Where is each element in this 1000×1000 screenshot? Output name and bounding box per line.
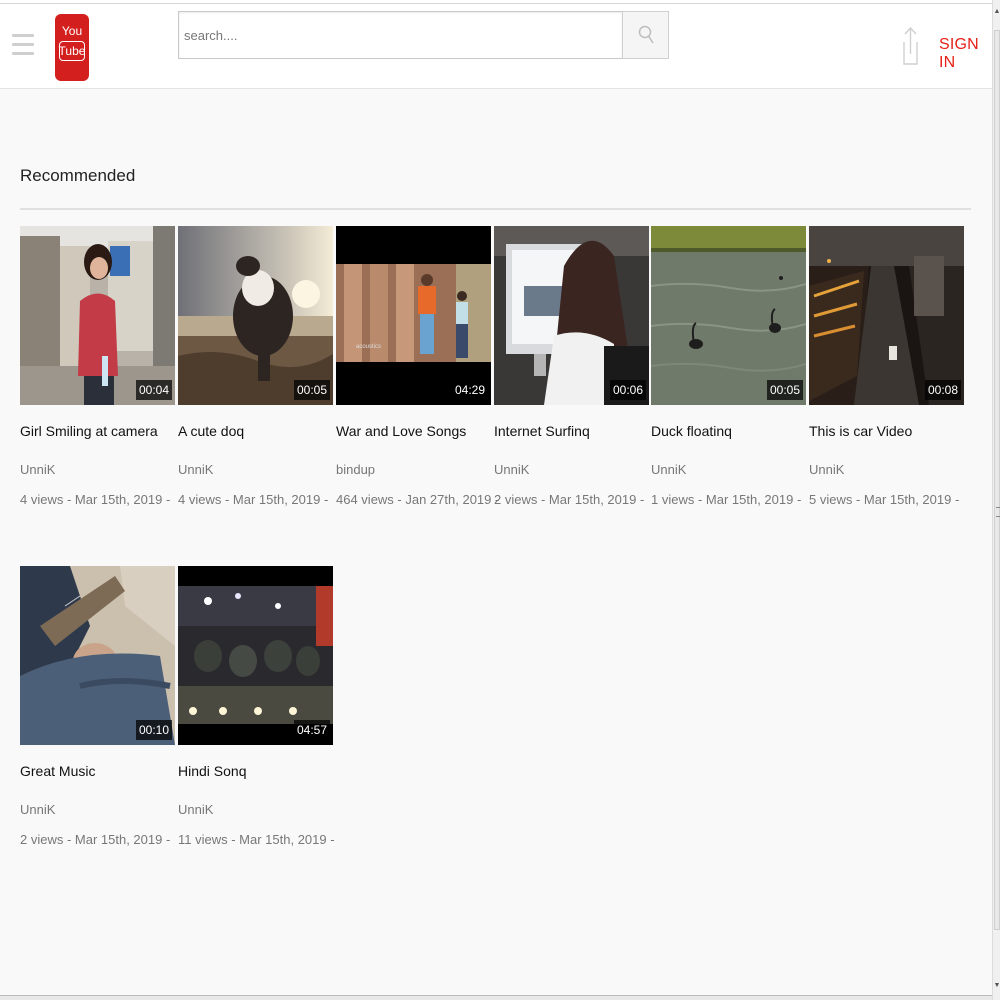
video-duration: 00:05	[293, 380, 330, 400]
video-meta: 4 views - Mar 15th, 2019 -	[178, 492, 329, 507]
video-meta: 464 views - Jan 27th, 2019 -	[336, 492, 500, 507]
video-thumbnail[interactable]: 00:05	[651, 226, 806, 405]
video-title[interactable]: A cute doq	[178, 423, 244, 439]
section-divider	[20, 208, 971, 210]
video-meta: 2 views - Mar 15th, 2019 -	[20, 832, 171, 847]
video-thumbnail[interactable]: 00:06	[494, 226, 649, 405]
video-channel[interactable]: bindup	[336, 462, 375, 477]
video-meta: 1 views - Mar 15th, 2019 -	[651, 492, 802, 507]
thumbnail-caption: acoustics	[356, 344, 382, 350]
upload-icon	[903, 26, 918, 65]
thumbnail-image-girl-street	[20, 226, 175, 405]
video-card[interactable]: 00:10 Great Music UnniK 2 views - Mar 15…	[20, 566, 175, 847]
video-duration: 00:10	[135, 720, 172, 740]
video-card[interactable]: 00:04 Girl Smiling at camera UnniK 4 vie…	[20, 226, 175, 507]
scroll-down-arrow-icon[interactable]: ▼	[993, 980, 1000, 992]
video-duration: 00:06	[609, 380, 646, 400]
video-card[interactable]: acoustics 04:29 War and Love Songs bindu…	[336, 226, 499, 507]
video-card[interactable]: 00:05 A cute doq UnniK 4 views - Mar 15t…	[178, 226, 333, 507]
thumbnail-image-dog-beach	[178, 226, 333, 405]
video-meta: 5 views - Mar 15th, 2019 -	[809, 492, 960, 507]
video-channel[interactable]: UnniK	[20, 462, 55, 477]
hamburger-menu-icon[interactable]	[12, 34, 34, 62]
video-duration: 00:04	[135, 380, 172, 400]
youtube-logo[interactable]: You Tube	[55, 14, 89, 81]
video-duration: 04:29	[451, 380, 488, 400]
video-title[interactable]: Great Music	[20, 763, 95, 779]
video-card[interactable]: 04:57 Hindi Sonq UnniK 11 views - Mar 15…	[178, 566, 335, 847]
logo-text-bottom: Tube	[58, 44, 86, 58]
video-title[interactable]: War and Love Songs	[336, 423, 466, 439]
section-title: Recommended	[20, 166, 136, 185]
video-thumbnail[interactable]: 00:10	[20, 566, 175, 745]
video-channel[interactable]: UnniK	[20, 802, 55, 817]
thumbnail-image-couple-pillars	[336, 226, 491, 405]
video-thumbnail[interactable]: 00:08	[809, 226, 964, 405]
thumbnail-image-city-street-night	[809, 226, 964, 405]
video-meta: 2 views - Mar 15th, 2019 -	[494, 492, 645, 507]
video-title[interactable]: This is car Video	[809, 423, 912, 439]
video-duration: 00:05	[766, 380, 803, 400]
video-title[interactable]: Girl Smiling at camera	[20, 423, 158, 439]
video-duration: 00:08	[924, 380, 961, 400]
video-meta: 11 views - Mar 15th, 2019 -	[178, 832, 335, 847]
video-title[interactable]: Duck floatinq	[651, 423, 732, 439]
window-bottom-edge	[0, 995, 992, 1000]
search-input[interactable]	[178, 11, 622, 59]
video-card[interactable]: 00:06 Internet Surfinq UnniK 2 views - M…	[494, 226, 649, 507]
top-header: You Tube SIGN IN	[0, 4, 992, 89]
scrollbar-grip-icon	[996, 507, 1000, 517]
video-duration: 04:57	[293, 720, 330, 740]
video-channel[interactable]: UnniK	[494, 462, 529, 477]
vertical-scrollbar[interactable]: ▲ ▼	[992, 0, 1000, 1000]
video-meta: 4 views - Mar 15th, 2019 -	[20, 492, 171, 507]
thumbnail-image-woman-computer	[494, 226, 649, 405]
video-thumbnail[interactable]: 00:05	[178, 226, 333, 405]
video-title[interactable]: Internet Surfinq	[494, 423, 590, 439]
video-card[interactable]: 00:08 This is car Video UnniK 5 views - …	[809, 226, 964, 507]
video-thumbnail[interactable]: 04:57	[178, 566, 333, 745]
scroll-up-arrow-icon[interactable]: ▲	[993, 6, 1000, 18]
thumbnail-image-stage-drummers	[178, 566, 333, 745]
logo-text-top: You	[61, 24, 83, 38]
video-thumbnail[interactable]: 00:04	[20, 226, 175, 405]
search-button[interactable]	[622, 11, 669, 59]
video-channel[interactable]: UnniK	[178, 802, 213, 817]
video-title[interactable]: Hindi Sonq	[178, 763, 247, 779]
search-bar	[178, 11, 669, 59]
video-channel[interactable]: UnniK	[809, 462, 844, 477]
thumbnail-image-ducks-lake	[651, 226, 806, 405]
video-thumbnail[interactable]: acoustics 04:29	[336, 226, 491, 405]
video-card[interactable]: 00:05 Duck floatinq UnniK 1 views - Mar …	[651, 226, 806, 507]
thumbnail-image-guitar-player	[20, 566, 175, 745]
scrollbar-thumb[interactable]	[994, 30, 1000, 930]
video-channel[interactable]: UnniK	[651, 462, 686, 477]
upload-button[interactable]	[900, 26, 920, 68]
search-icon	[638, 25, 654, 44]
video-channel[interactable]: UnniK	[178, 462, 213, 477]
sign-in-link[interactable]: SIGN IN	[939, 36, 992, 72]
